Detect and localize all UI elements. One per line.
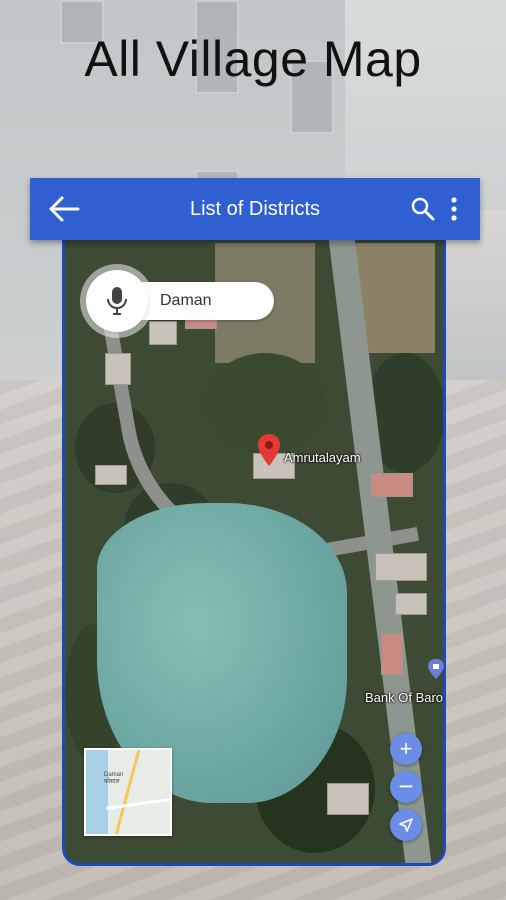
microphone-icon xyxy=(107,287,127,315)
search-button[interactable] xyxy=(410,196,436,222)
zoom-in-button[interactable]: + xyxy=(390,733,422,765)
my-location-button[interactable] xyxy=(390,809,422,841)
voice-search-button[interactable] xyxy=(86,270,148,332)
map-building xyxy=(381,633,403,675)
navigation-arrow-icon xyxy=(399,818,413,832)
map-building xyxy=(395,593,427,615)
map-building xyxy=(375,553,427,581)
minimap-label-1: Daman xyxy=(104,772,124,778)
zoom-out-button[interactable]: − xyxy=(390,771,422,803)
minimap-label-2: कोस्टल xyxy=(104,779,120,785)
app-bar: List of Districts xyxy=(30,178,480,240)
more-options-button[interactable] xyxy=(446,196,462,222)
bank-poi-icon[interactable] xyxy=(428,659,444,679)
map-building xyxy=(327,783,369,815)
map-building xyxy=(149,321,177,345)
minimap-sea xyxy=(86,750,108,834)
more-vert-icon xyxy=(451,197,457,221)
minimap-preview[interactable]: Daman कोस्टल xyxy=(84,748,172,836)
search-icon xyxy=(411,197,435,221)
promo-headline: All Village Map xyxy=(84,31,422,87)
map-building xyxy=(95,465,127,485)
map-building xyxy=(371,473,413,497)
place-label: Amrutalayam xyxy=(284,450,361,465)
minimap-label: Daman कोस्टल xyxy=(104,772,123,786)
minimap-road xyxy=(106,797,170,810)
map-building xyxy=(105,353,131,385)
poi-label: Bank Of Baro xyxy=(365,690,444,705)
minimap-road xyxy=(113,750,142,834)
search-input-value: Daman xyxy=(160,292,212,309)
map-pin-icon[interactable] xyxy=(257,433,281,472)
